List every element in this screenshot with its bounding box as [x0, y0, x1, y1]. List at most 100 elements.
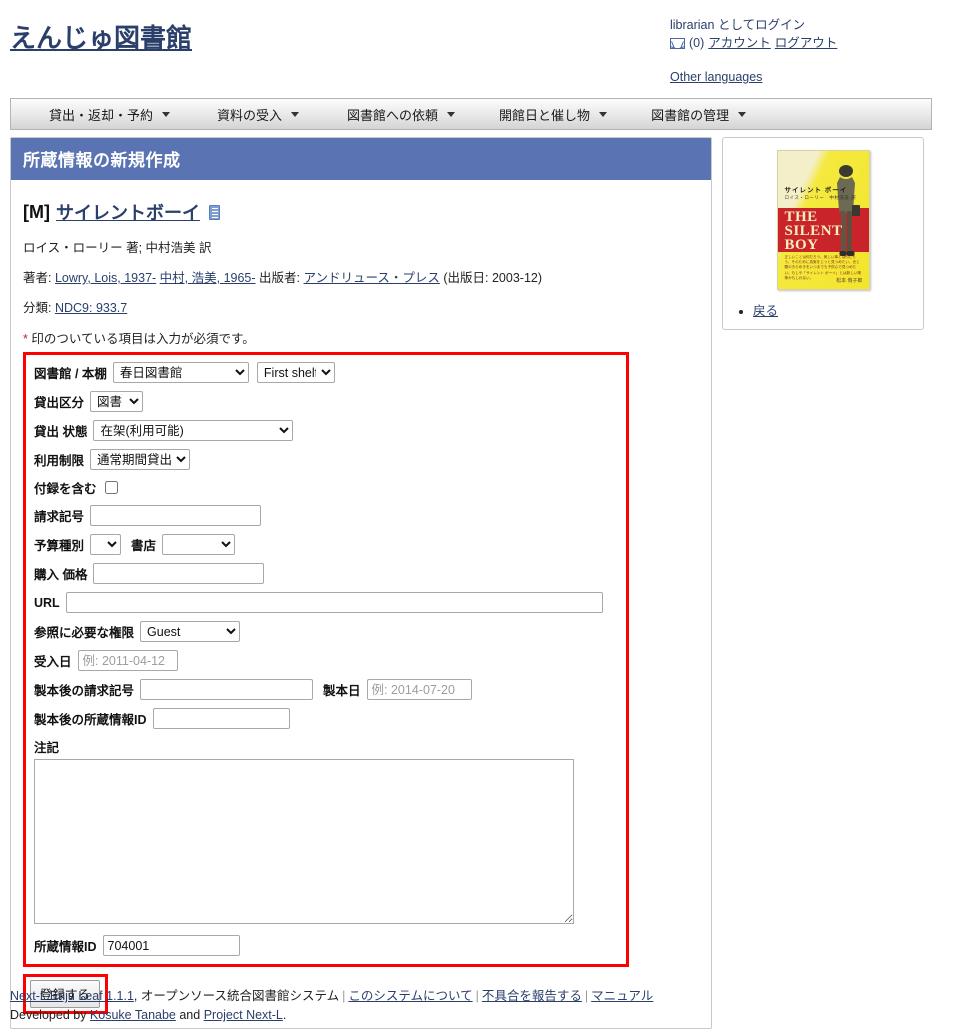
field-binding-item-id: 製本後の所蔵情報ID [34, 708, 618, 729]
required-role-select[interactable]: Guest [140, 621, 241, 642]
author-link-1[interactable]: Lowry, Lois, 1937- [55, 271, 156, 285]
bookstore-select[interactable] [162, 534, 236, 555]
use-restriction-label: 利用制限 [34, 454, 85, 468]
manual-link[interactable]: マニュアル [591, 989, 653, 1003]
chevron-down-icon [599, 111, 608, 117]
cover-en-line1: THE [784, 209, 818, 225]
record-title-link[interactable]: サイレントボーイ [56, 199, 200, 225]
publisher-link[interactable]: アンドリュース・プレス [304, 271, 440, 285]
url-input[interactable] [65, 592, 603, 613]
site-title-link[interactable]: えんじゅ図書館 [10, 23, 192, 53]
checkout-status-label: 貸出 状態 [34, 425, 88, 439]
cover-en-line2: SILENT [784, 223, 843, 239]
field-item-identifier: 所蔵情報ID [34, 935, 618, 956]
record-authors-line: 著者: Lowry, Lois, 1937- 中村, 浩美, 1965- 出版者… [23, 268, 699, 288]
site-title: えんじゅ図書館 [10, 18, 192, 55]
budget-type-label: 予算種別 [34, 539, 85, 553]
cover-jp-title: サイレント ボーイ [784, 187, 848, 194]
developed-by-text: Developed by [10, 1008, 90, 1022]
page-footer: Next-L Enju Leaf 1.1.1, オープンソース統合図書館システム… [10, 987, 950, 1025]
page-header: えんじゅ図書館 librarian としてログイン (0) アカウント ログアウ… [0, 0, 972, 96]
call-number-input[interactable] [90, 505, 262, 526]
record-classification-line: 分類: NDC9: 933.7 [23, 298, 699, 318]
chevron-down-icon [447, 111, 456, 117]
publication-date: (出版日: 2003-12) [443, 271, 543, 285]
field-url: URL [34, 592, 618, 613]
list-item: 戻る [753, 300, 923, 319]
field-call-number: 請求記号 [34, 505, 618, 526]
field-budget-bookstore: 予算種別 書店 [34, 534, 618, 555]
login-suffix: としてログイン [714, 18, 806, 32]
note-label: 注記 [34, 741, 60, 755]
account-link[interactable]: アカウント [708, 34, 771, 52]
shelf-select[interactable]: First shelf [256, 362, 335, 383]
include-supplement-checkbox[interactable] [104, 481, 118, 494]
required-role-label: 参照に必要な権限 [34, 626, 135, 640]
menu-item-circulation[interactable]: 貸出・返却・予約 [49, 105, 171, 124]
book-cover-image[interactable]: サイレント ボーイ ロイス・ローリー 中村浩美 訳 THE SILENT BOY… [776, 150, 870, 290]
field-acquired-at: 受入日 [34, 650, 618, 671]
content-body: [M] サイレントボーイ ロイス・ローリー 著; 中村浩美 訳 著者: Lowr… [11, 180, 711, 1028]
classification-link[interactable]: NDC9: 933.7 [55, 301, 127, 315]
url-label: URL [34, 595, 60, 610]
author-link-2[interactable]: 中村, 浩美, 1965- [160, 271, 256, 285]
price-label: 購入 価格 [34, 568, 88, 582]
app-version-link[interactable]: Next-L Enju Leaf 1.1.1 [10, 989, 134, 1003]
binding-item-id-input[interactable] [152, 708, 290, 729]
item-identifier-input[interactable] [102, 935, 240, 956]
book-icon [208, 204, 220, 220]
menu-item-label: 貸出・返却・予約 [49, 107, 154, 123]
chevron-down-icon [738, 111, 747, 117]
price-input[interactable] [93, 563, 265, 584]
footer-separator: | [342, 989, 346, 1003]
mail-icon[interactable] [670, 37, 685, 49]
logout-link[interactable]: ログアウト [775, 34, 838, 52]
menu-item-acquisition[interactable]: 資料の受入 [217, 105, 300, 124]
menu-item-administration[interactable]: 図書館の管理 [651, 105, 747, 124]
field-binding: 製本後の請求記号 製本日 [34, 679, 618, 700]
call-number-label: 請求記号 [34, 510, 85, 524]
field-note: 注記 [34, 737, 618, 927]
main-menu-bar: 貸出・返却・予約 資料の受入 図書館への依頼 開館日と催し物 図書館の管理 [10, 98, 932, 130]
checkout-status-select[interactable]: 在架(利用可能) [93, 420, 294, 441]
library-select[interactable]: 春日図書館 [112, 362, 249, 383]
session-links: (0) アカウント ログアウト [670, 34, 960, 52]
user-session-box: librarian としてログイン (0) アカウント ログアウト [670, 16, 960, 52]
circulation-select[interactable]: 図書 [90, 391, 144, 412]
acquired-at-input[interactable] [77, 650, 178, 671]
budget-type-select[interactable] [90, 534, 122, 555]
menu-item-requests[interactable]: 図書館への依頼 [347, 105, 456, 124]
menu-item-events[interactable]: 開館日と催し物 [499, 105, 608, 124]
library-shelf-label: 図書館 / 本棚 [34, 367, 107, 381]
menu-item-label: 図書館の管理 [651, 107, 730, 123]
note-textarea[interactable] [34, 759, 574, 924]
page-title: 所蔵情報の新規作成 [11, 138, 711, 180]
binded-at-input[interactable] [366, 679, 472, 700]
chevron-down-icon [162, 111, 171, 117]
binding-call-number-input[interactable] [140, 679, 314, 700]
binding-call-number-label: 製本後の請求記号 [34, 684, 135, 698]
binded-at-label: 製本日 [323, 684, 361, 698]
sidebar-links: 戻る [723, 296, 923, 319]
project-link[interactable]: Project Next-L [204, 1008, 283, 1022]
menu-item-label: 図書館への依頼 [347, 107, 439, 123]
cover-en-line3: BOY [784, 237, 819, 253]
cover-jp-author: ロイス・ローリー 中村浩美 訳 [784, 195, 857, 200]
login-username: librarian [670, 18, 715, 32]
app-description: , オープンソース統合図書館システム [133, 989, 340, 1003]
footer-period: . [282, 1008, 287, 1022]
publisher-label: 出版者: [259, 271, 301, 285]
menu-item-label: 開館日と催し物 [499, 107, 591, 123]
footer-line-2: Developed by Kosuke Tanabe and Project N… [10, 1006, 950, 1025]
use-restriction-select[interactable]: 通常期間貸出 [90, 449, 191, 470]
item-identifier-label: 所蔵情報ID [34, 940, 97, 954]
back-link[interactable]: 戻る [753, 304, 778, 318]
about-link[interactable]: このシステムについて [348, 989, 472, 1003]
developer-link[interactable]: Kosuke Tanabe [90, 1008, 176, 1022]
authors-label: 著者: [23, 271, 52, 285]
circulation-label: 貸出区分 [34, 396, 85, 410]
report-bug-link[interactable]: 不具合を報告する [482, 989, 582, 1003]
other-languages-link[interactable]: Other languages [670, 70, 762, 84]
include-supplement-label: 付録を含む [34, 482, 97, 496]
footer-line-1: Next-L Enju Leaf 1.1.1, オープンソース統合図書館システム… [10, 987, 950, 1006]
